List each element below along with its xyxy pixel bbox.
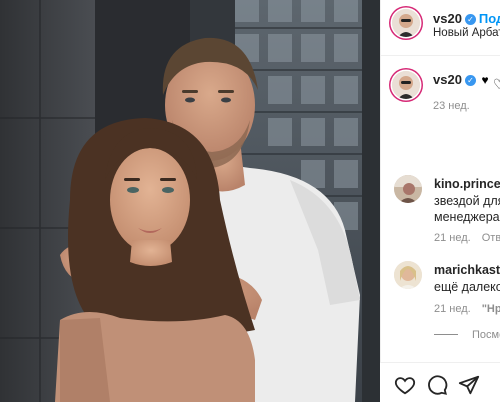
caption-username[interactable]: vs20 [433,72,462,87]
share-icon[interactable] [458,374,480,396]
avatar-face-icon [392,71,420,99]
header-divider [380,55,500,56]
avatar-face-icon [392,9,420,37]
comment-username[interactable]: kino.princess [434,177,500,191]
author-avatar[interactable] [392,9,420,37]
comment-likes[interactable]: "Нра [482,303,500,315]
post-action-bar [380,362,500,403]
verified-badge-icon: ✓ [464,75,476,86]
caption: vs20 ✓ ♥ [433,72,489,87]
comment-text-line: ещё далеко [434,280,500,294]
comment-timestamp: 21 нед. [434,303,471,315]
replies-dash [434,334,458,335]
avatar-photo-icon [394,175,422,203]
comment-text-line: менеджера [434,210,500,224]
caption-avatar[interactable] [392,71,420,99]
author-username[interactable]: vs20 [433,11,462,26]
post-location[interactable]: Новый Арбат, М [433,27,500,39]
verified-badge-icon: ✓ [464,14,476,25]
post-photo[interactable] [0,0,380,402]
comment-meta: 21 нед. "Нра [434,303,500,315]
view-replies-label: Посмот [472,329,500,341]
comment-avatar[interactable] [394,175,422,203]
caption-timestamp: 23 нед. [433,100,470,112]
view-replies-button[interactable]: Посмот [434,329,500,341]
comment-icon[interactable] [426,374,448,396]
comment-text-line: звездой для [434,194,500,208]
comment-meta: 21 нед. Ответ [434,232,500,244]
heart-icon[interactable] [394,374,416,396]
caption-like-heart-icon[interactable]: ♡ [493,76,500,93]
avatar-photo-icon [394,261,422,289]
caption-heart-emoji: ♥ [481,73,489,87]
post-header: vs20✓Под [433,11,500,26]
comment-timestamp: 21 нед. [434,232,471,244]
comment-username[interactable]: marichkastol [434,263,500,277]
reply-button[interactable]: Ответ [482,232,500,244]
couple-photo-illustration [0,0,380,402]
comment-avatar[interactable] [394,261,422,289]
follow-button[interactable]: Под [479,11,500,26]
